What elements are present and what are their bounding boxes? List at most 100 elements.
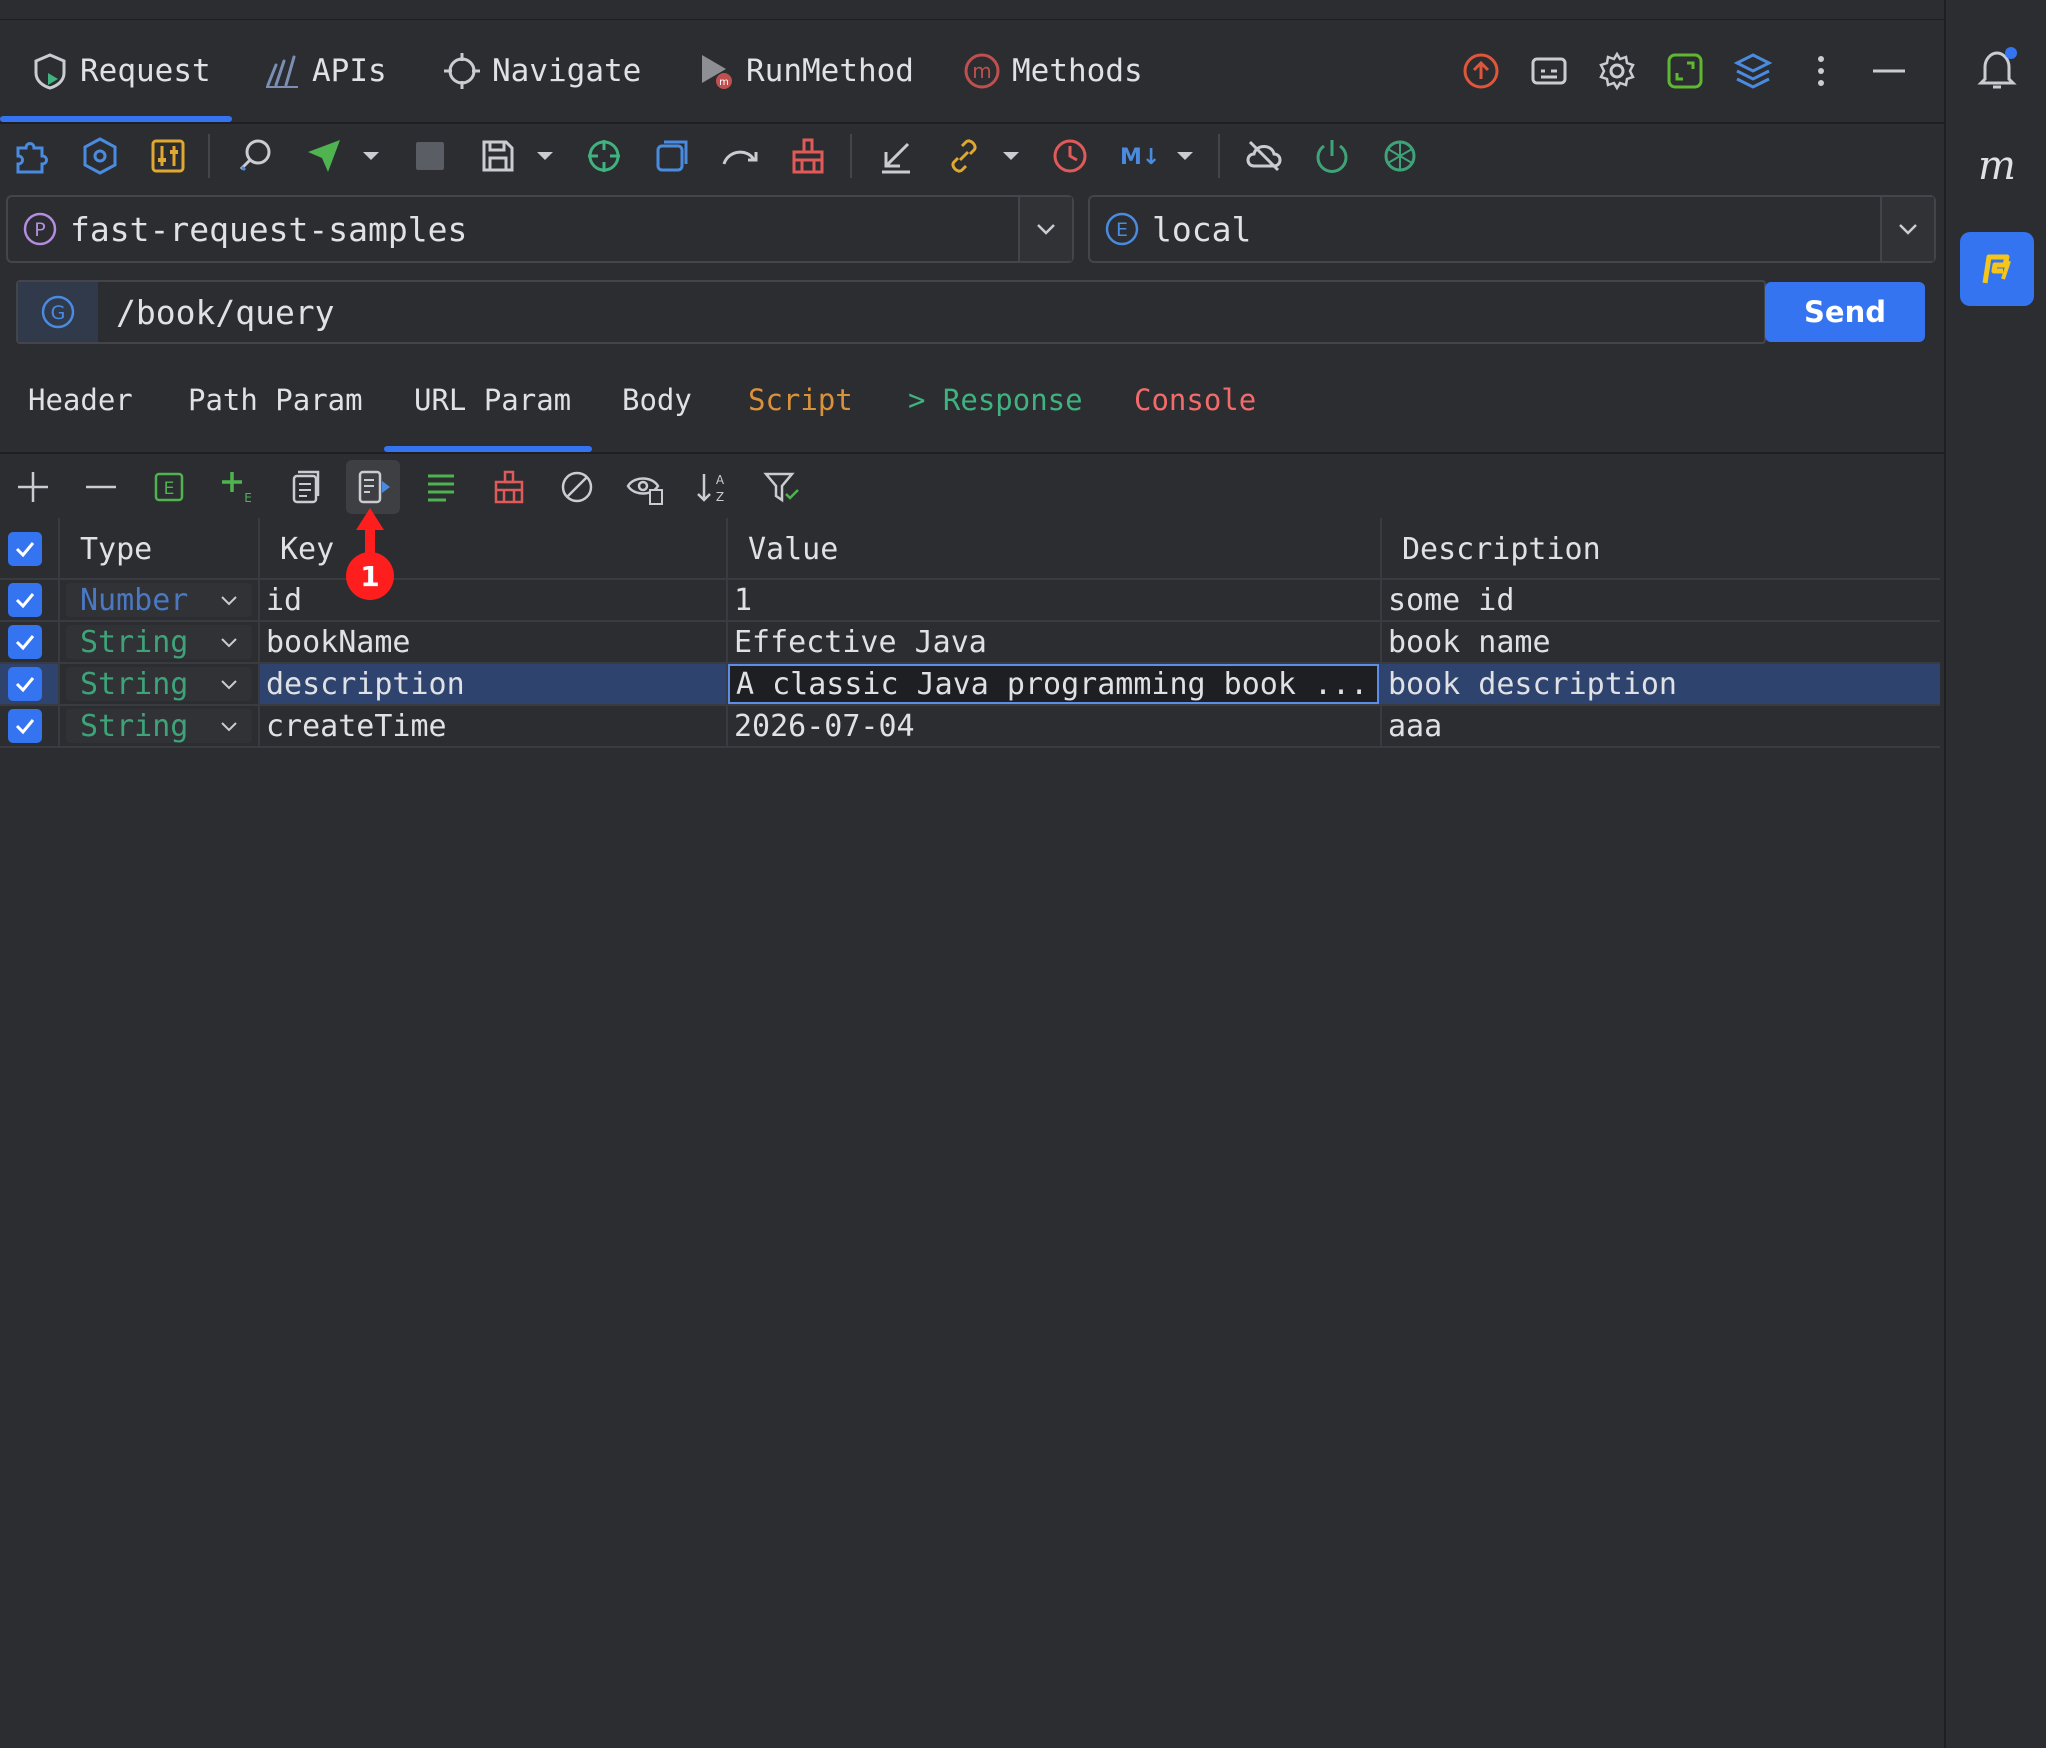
key-cell[interactable]: bookName <box>260 622 728 662</box>
row-checkbox[interactable] <box>8 625 42 659</box>
column-description: Description <box>1382 518 1940 580</box>
select-all-checkbox[interactable] <box>8 532 42 566</box>
plugin-button[interactable] <box>8 132 56 180</box>
offline-button[interactable] <box>1240 132 1288 180</box>
redirect-button[interactable] <box>716 132 764 180</box>
add-env-variable-button[interactable]: E <box>210 460 264 514</box>
value-text: 1 <box>734 582 753 618</box>
key-cell[interactable]: id <box>260 580 728 620</box>
minimize-button[interactable] <box>1866 48 1912 94</box>
tab-request[interactable]: Request <box>30 20 211 122</box>
description-cell[interactable]: book name <box>1382 622 1940 662</box>
link-button[interactable] <box>940 132 988 180</box>
tab-body[interactable]: Body <box>622 360 692 440</box>
env-variable-button[interactable]: E <box>142 460 196 514</box>
tab-methods[interactable]: m Methods <box>962 20 1143 122</box>
expand-button[interactable] <box>1662 48 1708 94</box>
module-button[interactable] <box>76 132 124 180</box>
remove-row-button[interactable] <box>74 460 128 514</box>
tab-response[interactable]: > Response <box>908 360 1083 440</box>
table-row[interactable]: Number id 1 some id <box>0 580 1940 622</box>
gear-icon <box>1599 51 1635 91</box>
tab-script[interactable]: Script <box>748 360 853 440</box>
description-cell[interactable]: book description <box>1382 664 1940 704</box>
environment-selector[interactable]: E local <box>1088 195 1936 263</box>
table-row[interactable]: String bookName Effective Java book name <box>0 622 1940 664</box>
save-dropdown-caret[interactable] <box>530 132 560 180</box>
filter-button[interactable] <box>754 460 808 514</box>
type-dropdown[interactable]: Number <box>66 583 252 618</box>
row-checkbox[interactable] <box>8 667 42 701</box>
tab-runmethod[interactable]: m RunMethod <box>696 20 914 122</box>
tab-body-label: Body <box>622 383 692 417</box>
format-button[interactable] <box>414 460 468 514</box>
key-value: bookName <box>266 624 411 660</box>
search-button[interactable] <box>232 132 280 180</box>
value-cell[interactable]: Effective Java <box>728 622 1382 662</box>
upload-button[interactable] <box>1458 48 1504 94</box>
tab-console[interactable]: Console <box>1134 360 1256 440</box>
get-method-icon: G <box>41 295 75 329</box>
value-cell[interactable]: 2026-07-04 <box>728 706 1382 746</box>
save-button[interactable] <box>474 132 522 180</box>
value-cell[interactable]: 1 <box>728 580 1382 620</box>
project-selector[interactable]: P fast-request-samples <box>6 195 1074 263</box>
m-plugin-button[interactable]: m <box>1960 130 2034 204</box>
copy-button[interactable] <box>278 460 332 514</box>
markdown-dropdown-caret[interactable] <box>1170 132 1200 180</box>
type-dropdown[interactable]: String <box>66 667 252 702</box>
description-cell[interactable]: some id <box>1382 580 1940 620</box>
ai-button[interactable] <box>1376 132 1424 180</box>
tab-header[interactable]: Header <box>28 360 133 440</box>
broom-icon <box>494 470 524 504</box>
type-dropdown[interactable]: String <box>66 625 252 660</box>
table-row-selected[interactable]: String description A classic Java progra… <box>0 664 1940 706</box>
stop-button[interactable] <box>406 132 454 180</box>
layers-button[interactable] <box>1730 48 1776 94</box>
copy-window-button[interactable] <box>648 132 696 180</box>
key-cell[interactable]: description <box>260 664 728 704</box>
key-cell[interactable]: createTime <box>260 706 728 746</box>
openai-icon <box>1384 140 1416 172</box>
clean-button[interactable] <box>784 132 832 180</box>
more-button[interactable] <box>1798 48 1844 94</box>
value-cell-editor[interactable]: A classic Java programming book ... <box>728 664 1379 704</box>
markdown-button[interactable]: M↓ <box>1114 132 1162 180</box>
http-method-selector[interactable]: G <box>18 282 98 342</box>
url-input[interactable] <box>98 282 1764 342</box>
tab-path-param[interactable]: Path Param <box>188 360 363 440</box>
type-cell: String <box>60 622 260 662</box>
row-checkbox[interactable] <box>8 583 42 617</box>
send-dropdown-caret[interactable] <box>356 132 386 180</box>
locate-button[interactable] <box>580 132 628 180</box>
clear-button[interactable] <box>482 460 536 514</box>
tab-navigate[interactable]: Navigate <box>442 20 641 122</box>
power-button[interactable] <box>1308 132 1356 180</box>
send-request-button[interactable] <box>300 132 348 180</box>
fast-request-button[interactable] <box>1960 232 2034 306</box>
type-dropdown[interactable]: String <box>66 709 252 744</box>
plus-icon <box>18 472 48 502</box>
description-cell[interactable]: aaa <box>1382 706 1940 746</box>
shortcut-button[interactable] <box>1526 48 1572 94</box>
import-button[interactable] <box>872 132 920 180</box>
settings-button[interactable] <box>1594 48 1640 94</box>
type-cell: String <box>60 706 260 746</box>
table-row[interactable]: String createTime 2026-07-04 aaa <box>0 706 1940 748</box>
send-button[interactable]: Send <box>1765 282 1925 342</box>
preview-button[interactable] <box>618 460 672 514</box>
sliders-icon <box>151 139 185 173</box>
disable-button[interactable] <box>550 460 604 514</box>
history-button[interactable] <box>1046 132 1094 180</box>
notifications-button[interactable] <box>1960 32 2034 106</box>
add-row-button[interactable] <box>6 460 60 514</box>
tab-apis[interactable]: APIs <box>262 20 387 122</box>
sort-button[interactable]: AZ <box>686 460 740 514</box>
link-dropdown-caret[interactable] <box>996 132 1026 180</box>
project-dropdown-arrow[interactable] <box>1018 197 1072 261</box>
environment-dropdown-arrow[interactable] <box>1880 197 1934 261</box>
tab-url-param[interactable]: URL Param <box>414 360 571 440</box>
row-checkbox[interactable] <box>8 709 42 743</box>
import-arrow-icon <box>882 142 910 174</box>
config-button[interactable] <box>144 132 192 180</box>
